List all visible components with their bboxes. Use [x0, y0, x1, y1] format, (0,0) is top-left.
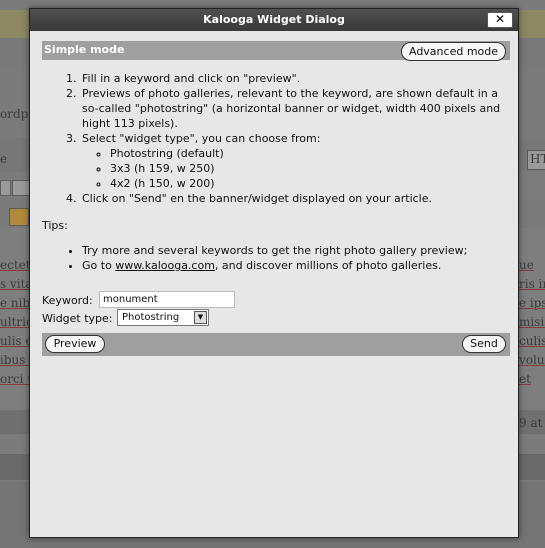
background-align-icon: [0, 180, 11, 196]
background-text: ris in: [519, 277, 545, 291]
background-text: ue: [519, 258, 534, 272]
advanced-mode-button[interactable]: Advanced mode: [401, 42, 506, 61]
mode-bar: Simple mode Advanced mode: [42, 41, 510, 61]
widget-type-row: Widget type: Photostring ▼: [42, 309, 209, 326]
background-text: 9 at 1: [519, 416, 545, 430]
instruction-step: Select "widget type", you can choose fro…: [80, 131, 510, 191]
dropdown-arrow-icon: ▼: [194, 311, 207, 324]
send-button[interactable]: Send: [462, 335, 506, 353]
keyword-row: Keyword: monument: [42, 291, 235, 308]
background-text: e: [0, 152, 8, 166]
background-text: ectet: [0, 258, 31, 272]
widget-type-selected: Photostring: [122, 312, 180, 323]
background-text: et: [519, 372, 531, 386]
tip-item: Try more and several keywords to get the…: [82, 243, 510, 258]
instruction-step: Click on "Send" en the banner/widget dis…: [80, 191, 510, 206]
widget-type-option: Photostring (default): [110, 146, 510, 161]
instruction-steps: Fill in a keyword and click on "preview"…: [42, 71, 510, 206]
tip-text: , and discover millions of photo galleri…: [214, 259, 442, 272]
instruction-step: Fill in a keyword and click on "preview"…: [80, 71, 510, 86]
close-button[interactable]: ✕: [487, 12, 513, 28]
preview-button[interactable]: Preview: [45, 335, 105, 353]
background-text: e ipsu: [519, 296, 545, 310]
keyword-label: Keyword:: [42, 294, 93, 307]
widget-type-options-list: Photostring (default) 3x3 (h 159, w 250)…: [82, 146, 510, 191]
background-media-icon: [9, 208, 29, 226]
instruction-step: Previews of photo galleries, relevant to…: [80, 86, 510, 131]
tip-text: Go to: [82, 259, 116, 272]
background-text: misi a: [519, 315, 545, 329]
tips-list: Try more and several keywords to get the…: [42, 243, 510, 273]
instruction-step-text: Select "widget type", you can choose fro…: [82, 132, 321, 145]
widget-type-option: 3x3 (h 159, w 250): [110, 161, 510, 176]
tips-label: Tips:: [42, 219, 68, 232]
widget-type-label: Widget type:: [42, 312, 113, 325]
keyword-input[interactable]: monument: [99, 291, 235, 308]
background-text: s vita: [0, 277, 33, 291]
background-text: HT: [530, 152, 545, 166]
mode-title: Simple mode: [44, 43, 125, 56]
widget-type-select[interactable]: Photostring ▼: [117, 309, 209, 326]
background-text: volut: [519, 353, 545, 367]
background-text: culis: [519, 334, 545, 348]
widget-type-option: 4x2 (h 150, w 200): [110, 176, 510, 191]
close-icon: ✕: [494, 12, 506, 26]
kalooga-link[interactable]: www.kalooga.com: [115, 259, 215, 272]
tip-item: Go to www.kalooga.com, and discover mill…: [82, 258, 510, 273]
kalooga-widget-dialog: Kalooga Widget Dialog ✕ Simple mode Adva…: [29, 8, 519, 538]
dialog-title: Kalooga Widget Dialog: [203, 13, 345, 26]
action-bar: Preview Send: [42, 333, 510, 356]
dialog-titlebar: Kalooga Widget Dialog ✕: [30, 9, 518, 31]
instructions: Fill in a keyword and click on "preview"…: [42, 71, 510, 273]
background-justify-icon: [12, 180, 30, 196]
